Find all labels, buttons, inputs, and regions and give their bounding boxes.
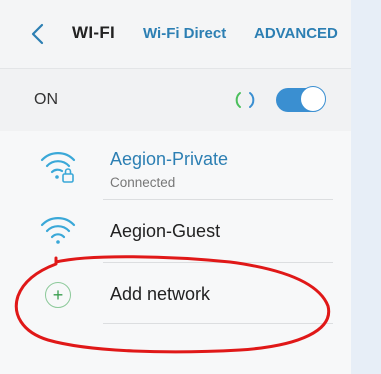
back-arrow-icon[interactable] xyxy=(28,20,48,48)
divider xyxy=(103,323,333,324)
wifi-master-switch-row[interactable]: ON xyxy=(0,69,351,131)
loading-spinner-icon xyxy=(235,92,255,108)
network-item-aegion-guest[interactable]: Aegion-Guest xyxy=(0,200,351,262)
network-name: Aegion-Guest xyxy=(110,221,221,241)
background-panel xyxy=(351,0,381,374)
wifi-icon xyxy=(40,217,76,244)
add-network-label: Add network xyxy=(110,284,211,304)
page-title: WI-FI xyxy=(72,23,116,42)
tab-advanced[interactable]: ADVANCED xyxy=(254,25,338,42)
network-list: Aegion-Private Connected Aegion-Guest + … xyxy=(0,131,351,374)
tab-wifi-direct[interactable]: Wi-Fi Direct xyxy=(143,25,226,42)
add-network-item[interactable]: + Add network xyxy=(0,263,351,323)
wifi-lock-icon xyxy=(40,152,76,183)
wifi-settings-screen: WI-FI Wi-Fi Direct ADVANCED ON Aegion-Pr… xyxy=(0,0,351,374)
network-name: Aegion-Private xyxy=(110,149,229,169)
network-status: Connected xyxy=(110,175,176,190)
plus-icon: + xyxy=(45,282,71,308)
network-item-aegion-private[interactable]: Aegion-Private Connected xyxy=(0,131,351,199)
wifi-switch-label: ON xyxy=(34,91,58,108)
wifi-toggle-knob[interactable] xyxy=(300,86,326,112)
header: WI-FI Wi-Fi Direct ADVANCED xyxy=(0,0,351,68)
